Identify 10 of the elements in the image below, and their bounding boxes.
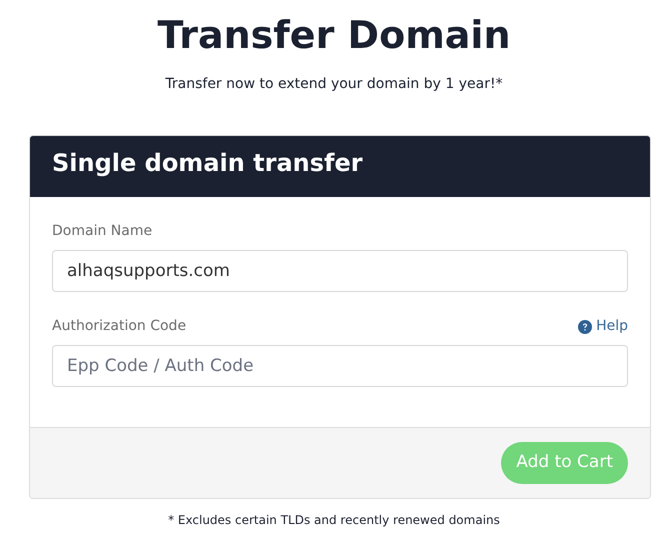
footnote: * Excludes certain TLDs and recently renewed domains xyxy=(167,512,501,528)
card-header: Single domain transfer xyxy=(30,136,650,197)
help-icon xyxy=(578,320,592,334)
field-label: Authorization Code xyxy=(52,317,186,336)
page-title: Transfer Domain xyxy=(156,12,512,59)
page-subtitle: Transfer now to extend your domain by 1 year!* xyxy=(164,75,504,94)
input-field[interactable]: Epp Code / Auth Code xyxy=(52,345,628,387)
input-field[interactable]: alhaqsupports.com xyxy=(52,250,628,292)
help-link[interactable]: Help xyxy=(578,316,628,337)
field-label: Domain Name xyxy=(52,222,152,241)
